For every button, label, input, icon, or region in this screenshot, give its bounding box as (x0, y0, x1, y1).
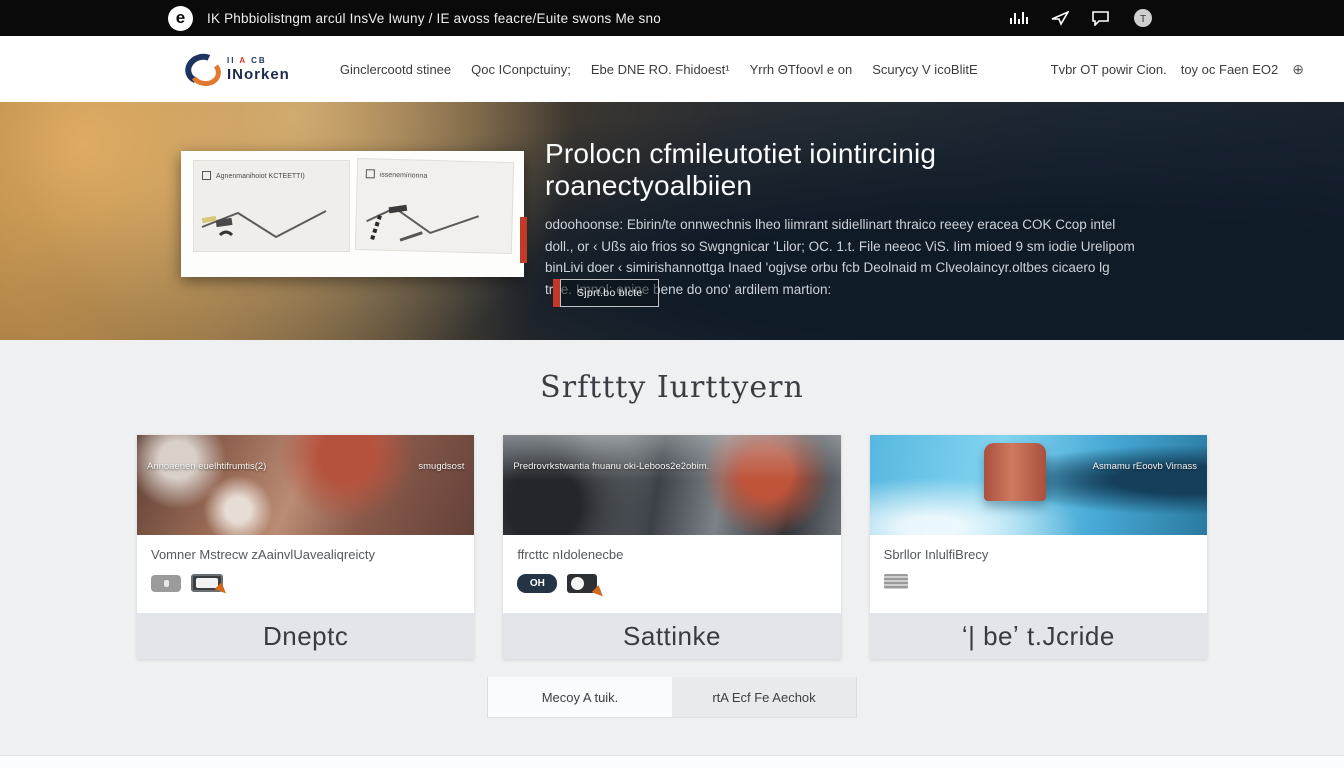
nav-item-1[interactable]: Ginclercootd stinee (340, 62, 451, 77)
nav-item-2[interactable]: Qoc IConpctuiny; (471, 62, 571, 77)
logo-wordmark: INorken (227, 67, 290, 82)
product-doc-thumbnail-1: Agnenmanihoiot KCTEETTI) (193, 160, 350, 252)
feature-cards: Annoaenen euelhtifrumtis(2) smugdsost Vo… (137, 435, 1207, 659)
nav-item-4[interactable]: Yrrh ΘTfoovl e on (750, 62, 853, 77)
card-2-text: ffrcttc nIdolenecbe (517, 547, 826, 562)
bottle-cap-graphic (984, 443, 1046, 501)
brand-initial: e (176, 8, 185, 28)
oh-badge-icon[interactable]: OH (517, 574, 557, 593)
hero-banner: Agnenmanihoiot KCTEETTI) issenemínonna (0, 102, 1344, 340)
sketch-lines (198, 197, 348, 245)
card-1-text: Vomner Mstrecw zAainvlUavealiqreicty (151, 547, 460, 562)
logo-tagline: II A CB (227, 57, 290, 65)
bottom-tab-switch: Mecoy A tuik. rtA Ecf Fe Aechok (487, 677, 857, 718)
feature-card-1[interactable]: Annoaenen euelhtifrumtis(2) smugdsost Vo… (137, 435, 474, 659)
mouse-icon[interactable] (151, 575, 181, 592)
cta-label: Sjprt.bo blcte (560, 279, 659, 307)
nav-menu: Ginclercootd stinee Qoc IConpctuiny; Ebe… (340, 62, 978, 77)
hero-copy: Prolocn cfmileutotiet iointircinig roane… (545, 138, 1135, 300)
hero-product-sheet: Agnenmanihoiot KCTEETTI) issenemínonna (181, 151, 524, 277)
card-1-label[interactable]: Dneptc (137, 613, 474, 659)
top-utility-bar: e IK Phbbiolistngm arcúl InsVe Iwuny / I… (0, 0, 1344, 36)
tab-left[interactable]: Mecoy A tuik. (488, 677, 672, 717)
company-logo[interactable]: II A CB INorken (185, 54, 290, 84)
hero-title: Prolocn cfmileutotiet iointircinig roane… (545, 138, 1135, 202)
send-icon[interactable] (1051, 10, 1069, 26)
cta-red-accent (553, 279, 560, 307)
camera-pen-icon[interactable] (567, 574, 597, 593)
card-3-text: Sbrllor InlulfiBrecy (884, 547, 1193, 562)
card-1-photo: Annoaenen euelhtifrumtis(2) smugdsost (137, 435, 474, 535)
logo-swoosh-icon (185, 54, 219, 84)
topbar-icon-group: T (1009, 7, 1154, 29)
feature-card-2[interactable]: Predrovrkstwantia fnuanu oki-Leboos2e2ob… (503, 435, 840, 659)
nav-item-3[interactable]: Ebe DNE RO. Fhidoest¹ (591, 62, 730, 77)
edit-pen-icon[interactable] (191, 574, 223, 592)
user-badge-icon[interactable]: T (1132, 7, 1154, 29)
topbar-links-text[interactable]: IK Phbbiolistngm arcúl InsVe Iwuny / IE … (207, 11, 661, 26)
printer-icon[interactable] (884, 574, 908, 589)
nav-item-5[interactable]: Scurycy V icoBlitE (872, 62, 977, 77)
photo-caption-left: Annoaenen euelhtifrumtis(2) (147, 461, 266, 472)
signal-chart-icon[interactable] (1009, 10, 1029, 26)
product-doc-thumbnail-2: issenemínonna (354, 158, 513, 254)
page-bottom-strip (0, 755, 1344, 768)
card-2-photo: Predrovrkstwantia fnuanu oki-Leboos2e2ob… (503, 435, 840, 535)
doc-caption: issenemínonna (379, 172, 427, 180)
checkbox-glyph (365, 169, 374, 178)
nav-right-group: Tvbr OT powir Cion. toy oc Faen EO2 ⊕ (1051, 61, 1304, 78)
doc-caption: Agnenmanihoiot KCTEETTI) (216, 173, 305, 180)
brand-circle-logo[interactable]: e (168, 6, 193, 31)
tab-right[interactable]: rtA Ecf Fe Aechok (672, 677, 856, 717)
card-3-label[interactable]: ʻ| beʼ t.Jcride (870, 613, 1207, 659)
card-3-photo: Asmamu rEoovb Virnass (870, 435, 1207, 535)
feature-card-3[interactable]: Asmamu rEoovb Virnass Sbrllor InlulfiBre… (870, 435, 1207, 659)
globe-icon[interactable]: ⊕ (1292, 61, 1304, 78)
photo-caption-right: smugdsost (418, 461, 464, 472)
chat-icon[interactable] (1091, 10, 1110, 26)
card-2-label[interactable]: Sattinke (503, 613, 840, 659)
sketch-lines (360, 195, 511, 247)
main-navigation-bar: II A CB INorken Ginclercootd stinee Qoc … (0, 36, 1344, 102)
section-heading: Srfttty Iurttyern (0, 370, 1344, 405)
svg-text:T: T (1140, 14, 1146, 25)
nav-secondary-text[interactable]: toy oc Faen EO2 (1181, 62, 1279, 77)
photo-caption-right: Asmamu rEoovb Virnass (1093, 461, 1197, 472)
checkbox-glyph (202, 171, 211, 180)
nav-contact-text[interactable]: Tvbr OT powir Cion. (1051, 62, 1167, 77)
photo-caption-left: Predrovrkstwantia fnuanu oki-Leboos2e2ob… (513, 461, 709, 472)
hero-cta-button[interactable]: Sjprt.bo blcte (553, 279, 659, 307)
